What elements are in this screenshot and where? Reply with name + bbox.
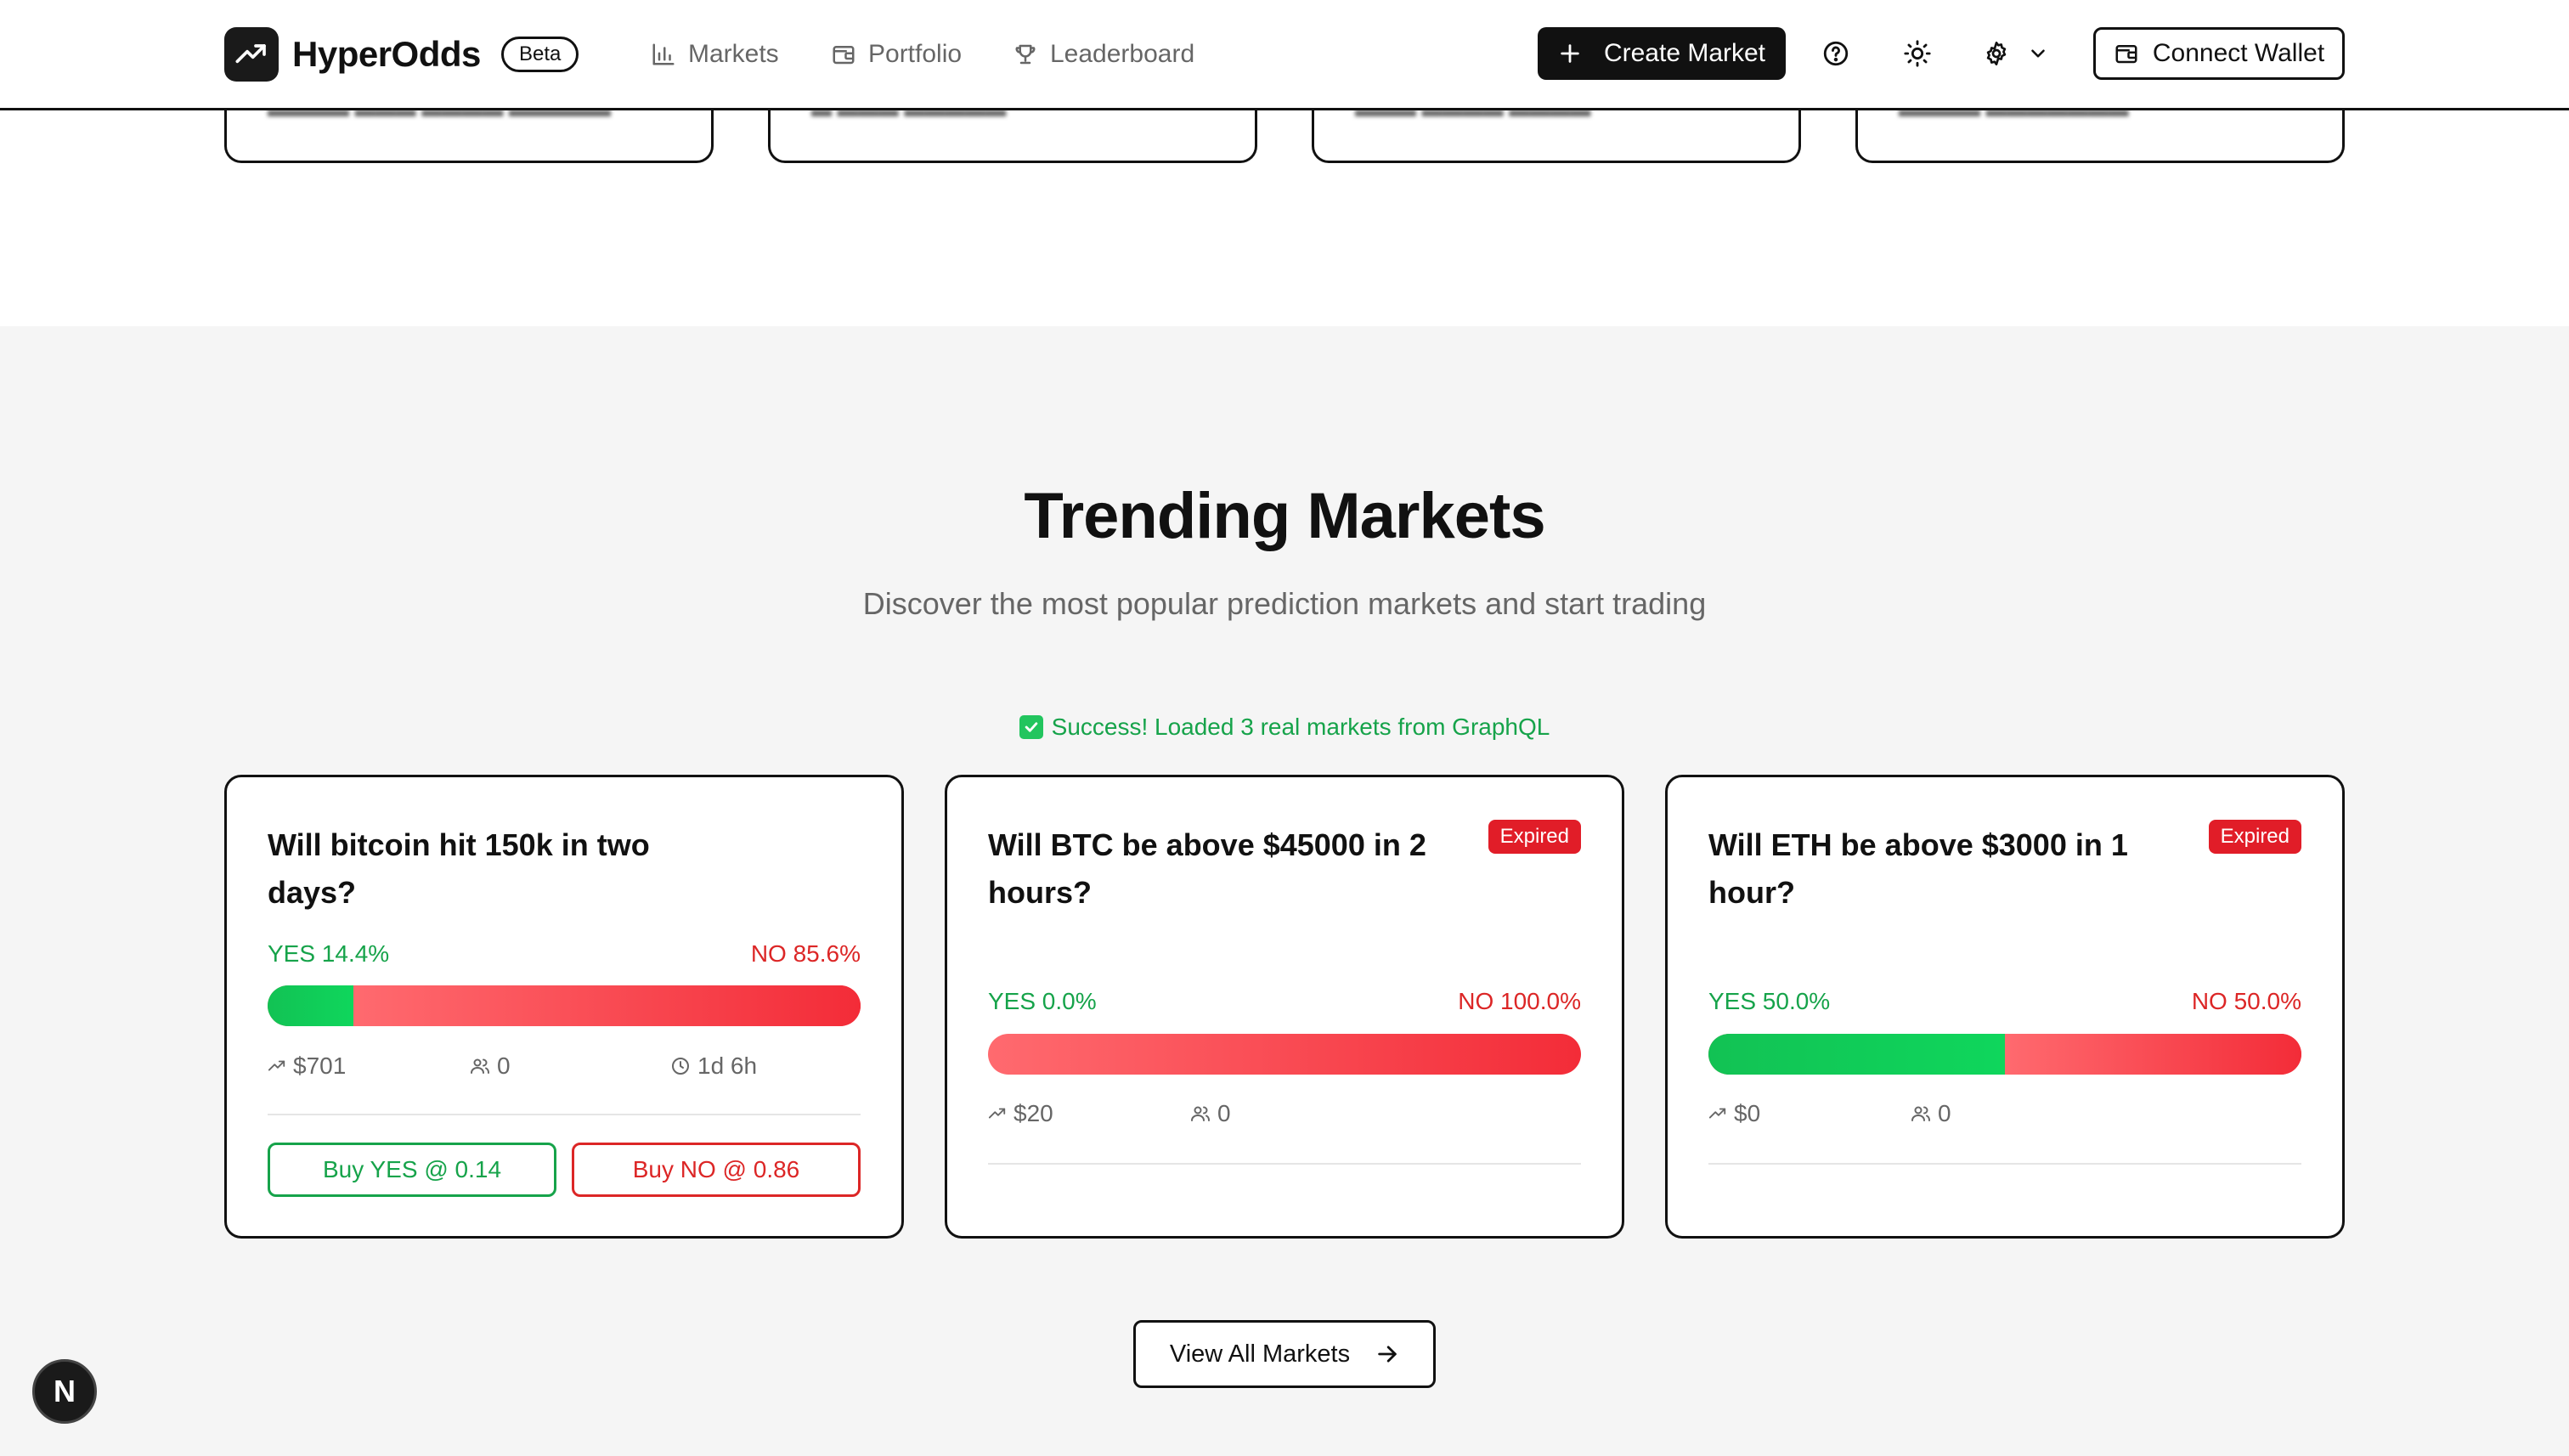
users-icon <box>471 1058 489 1074</box>
top-navbar: HyperOdds Beta Markets Portfolio Leaderb… <box>0 0 2569 110</box>
users-icon <box>1191 1106 1210 1121</box>
clock-icon <box>672 1058 689 1075</box>
plus-icon <box>1561 44 1579 63</box>
view-all-label: View All Markets <box>1169 1340 1351 1368</box>
nav-leaderboard-label: Leaderboard <box>1050 40 1195 68</box>
odds-row: YES 0.0% NO 100.0% <box>988 988 1581 1015</box>
odds-row: YES 50.0% NO 50.0% <box>1708 988 2301 1015</box>
trending-up-icon <box>988 1108 1006 1119</box>
traders-stat: 0 <box>1190 1100 1231 1127</box>
traders-value: 0 <box>1938 1100 1951 1126</box>
view-all-markets-button[interactable]: View All Markets <box>1133 1320 1436 1388</box>
section-title: Trending Markets <box>1024 480 1545 552</box>
volume-stat: $0 <box>1708 1100 1760 1127</box>
market-question[interactable]: Will ETH be above $3000 in 1 hour? <box>1708 821 2184 917</box>
theme-toggle-button[interactable] <box>1896 32 1939 75</box>
probability-bar <box>268 985 861 1026</box>
market-stats: $0 0 <box>1708 1100 2301 1134</box>
no-odds: NO 85.6% <box>750 940 861 967</box>
probability-bar-yes <box>268 985 353 1026</box>
connect-wallet-button[interactable]: Connect Wallet <box>2093 27 2345 80</box>
gear-icon <box>1986 42 2007 65</box>
volume-stat: $701 <box>268 1052 346 1080</box>
bar-chart-icon <box>652 43 675 65</box>
dev-tools-badge[interactable]: N <box>32 1359 97 1424</box>
yes-odds: YES 50.0% <box>1708 988 1831 1014</box>
trending-markets-section: Trending Markets Discover the most popul… <box>0 326 2569 1456</box>
chevron-down-icon <box>2031 49 2045 58</box>
connect-wallet-label: Connect Wallet <box>2152 39 2325 67</box>
volume-value: $701 <box>293 1052 347 1079</box>
trophy-icon <box>1015 44 1036 65</box>
card-divider <box>1708 1163 2301 1165</box>
nav-leaderboard[interactable]: Leaderboard <box>1013 34 1194 75</box>
check-icon <box>1019 715 1043 739</box>
buy-yes-button[interactable]: Buy YES @ 0.14 <box>268 1143 556 1197</box>
probability-bar-no <box>353 985 861 1026</box>
settings-dropdown-button[interactable] <box>1978 32 2054 75</box>
arrow-right-icon <box>1378 1346 1397 1363</box>
create-market-button[interactable]: Create Market <box>1538 27 1786 80</box>
time-left-stat: 1d 6h <box>670 1052 757 1080</box>
nav-portfolio-label: Portfolio <box>868 40 963 68</box>
probability-bar-no <box>988 1034 1581 1075</box>
trending-up-icon <box>1708 1108 1726 1119</box>
card-divider <box>268 1114 861 1115</box>
volume-stat: $20 <box>988 1100 1053 1127</box>
card-divider <box>988 1163 1581 1165</box>
buy-no-button[interactable]: Buy NO @ 0.86 <box>572 1143 861 1197</box>
yes-odds: YES 14.4% <box>268 940 390 967</box>
no-odds: NO 50.0% <box>2191 988 2301 1014</box>
probability-bar-no <box>2005 1034 2301 1075</box>
market-card[interactable]: Will ETH be above $3000 in 1 hour? Expir… <box>1665 775 2345 1239</box>
users-icon <box>1911 1106 1930 1121</box>
create-market-label: Create Market <box>1603 39 1766 67</box>
trending-up-icon <box>268 1060 285 1071</box>
sun-icon <box>1904 40 1931 67</box>
time-left-value: 1d 6h <box>697 1052 758 1079</box>
section-subtitle: Discover the most popular prediction mar… <box>862 586 1707 621</box>
probability-bar <box>1708 1034 2301 1075</box>
probability-bar-yes <box>1708 1034 2005 1075</box>
market-question[interactable]: Will BTC be above $45000 in 2 hours? <box>988 821 1464 917</box>
market-card[interactable]: Will BTC be above $45000 in 2 hours? Exp… <box>945 775 1624 1239</box>
help-button[interactable] <box>1815 32 1857 75</box>
no-odds: NO 100.0% <box>1458 988 1581 1014</box>
odds-row: YES 14.4% NO 85.6% <box>268 940 861 968</box>
probability-bar <box>988 1034 1581 1075</box>
yes-odds: YES 0.0% <box>988 988 1097 1014</box>
success-message-text: Success! Loaded 3 real markets from Grap… <box>1051 714 1550 740</box>
nav-markets[interactable]: Markets <box>651 34 779 75</box>
volume-value: $20 <box>1013 1100 1053 1126</box>
traders-stat: 0 <box>1911 1100 1951 1127</box>
market-stats: $20 0 <box>988 1100 1581 1134</box>
wallet-icon <box>2115 45 2137 64</box>
volume-value: $0 <box>1734 1100 1761 1126</box>
market-stats: $701 0 1d 6h <box>268 1052 861 1086</box>
traders-value: 0 <box>497 1052 511 1079</box>
brand-logo-icon[interactable] <box>224 27 279 82</box>
help-circle-icon <box>1823 41 1849 66</box>
traders-stat: 0 <box>470 1052 511 1080</box>
brand-name[interactable]: HyperOdds <box>292 31 481 78</box>
wallet-icon <box>833 46 855 65</box>
success-message: Success! Loaded 3 real markets from Grap… <box>0 714 2569 741</box>
expired-badge: Expired <box>2208 820 2301 854</box>
expired-badge: Expired <box>1488 820 1581 854</box>
market-question[interactable]: Will bitcoin hit 150k in two days? <box>268 821 743 917</box>
nav-markets-label: Markets <box>688 40 779 68</box>
nav-portfolio[interactable]: Portfolio <box>831 34 962 75</box>
beta-badge: Beta <box>501 37 579 72</box>
market-card[interactable]: Will bitcoin hit 150k in two days? YES 1… <box>224 775 904 1239</box>
traders-value: 0 <box>1217 1100 1231 1126</box>
